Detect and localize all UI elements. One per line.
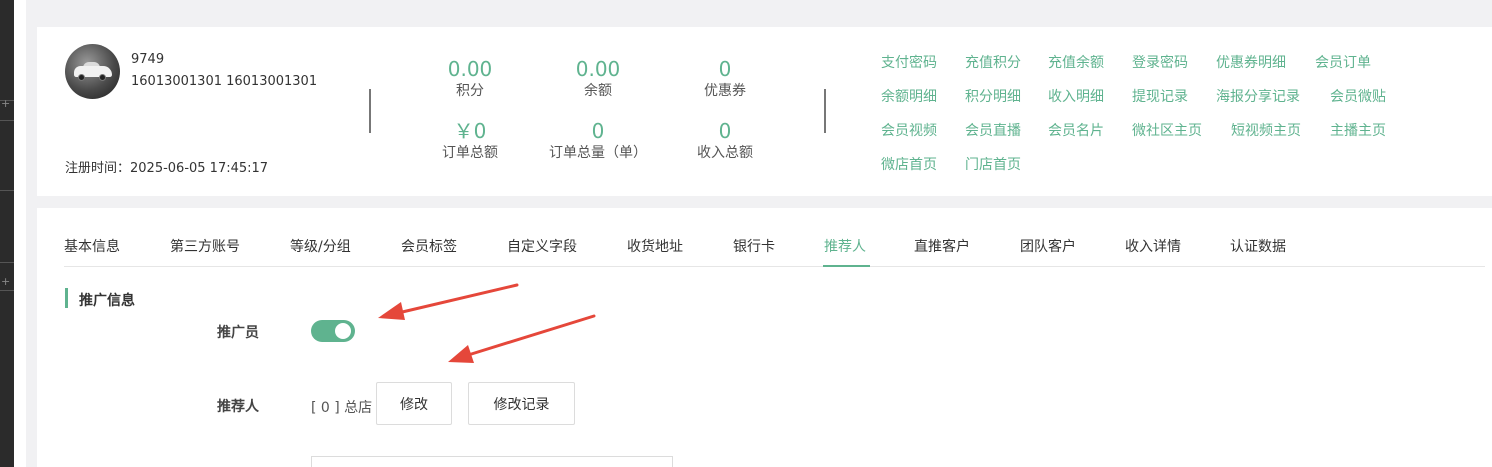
- stat-order-count: 0 订单总量（单）: [533, 119, 663, 163]
- link-member-card[interactable]: 会员名片: [1048, 120, 1104, 140]
- tab-income-detail[interactable]: 收入详情: [1125, 236, 1181, 256]
- tab-third-party[interactable]: 第三方账号: [170, 236, 240, 256]
- promoter-toggle[interactable]: [311, 320, 355, 342]
- stat-label: 余额: [584, 83, 612, 99]
- stat-balance: 0.00 余额: [533, 57, 663, 101]
- stat-value: 0.00: [575, 57, 621, 81]
- user-phone: 16013001301 16013001301: [131, 74, 318, 89]
- stat-label: 积分: [456, 83, 484, 99]
- link-store-home[interactable]: 门店首页: [965, 154, 1021, 174]
- tab-direct-customers[interactable]: 直推客户: [914, 236, 970, 256]
- member-summary-card: 9749 16013001301 16013001301 注册时间：2025-0…: [37, 27, 1492, 196]
- link-recharge-points[interactable]: 充值积分: [965, 52, 1021, 72]
- stat-points: 0.00 积分: [405, 57, 535, 101]
- avatar[interactable]: [65, 44, 120, 99]
- link-income-detail[interactable]: 收入明细: [1048, 86, 1104, 106]
- register-time: 注册时间：2025-06-05 17:45:17: [65, 161, 269, 176]
- link-recharge-balance[interactable]: 充值余额: [1048, 52, 1104, 72]
- user-id: 9749: [131, 52, 165, 67]
- link-login-password[interactable]: 登录密码: [1132, 52, 1188, 72]
- tab-address[interactable]: 收货地址: [627, 236, 683, 256]
- link-member-live[interactable]: 会员直播: [965, 120, 1021, 140]
- promoter-label: 推广员: [217, 325, 259, 341]
- link-anchor-home[interactable]: 主播主页: [1330, 120, 1386, 140]
- tab-team-customers[interactable]: 团队客户: [1020, 236, 1076, 256]
- link-community-home[interactable]: 微社区主页: [1132, 120, 1202, 140]
- section-marker: [65, 288, 68, 308]
- stat-value: 0.00: [447, 57, 493, 81]
- stat-value: 0: [718, 119, 732, 143]
- tab-bank-card[interactable]: 银行卡: [733, 236, 775, 256]
- stat-income-total: 0 收入总额: [660, 119, 790, 163]
- link-balance-detail[interactable]: 余额明细: [881, 86, 937, 106]
- tab-member-tags[interactable]: 会员标签: [401, 236, 457, 256]
- modify-button[interactable]: 修改: [376, 382, 452, 425]
- tab-basic-info[interactable]: 基本信息: [64, 236, 120, 256]
- link-short-video-home[interactable]: 短视频主页: [1231, 120, 1301, 140]
- text-input[interactable]: [311, 456, 673, 467]
- divider: [369, 89, 371, 133]
- toggle-knob: [335, 323, 351, 339]
- tab-verification[interactable]: 认证数据: [1230, 236, 1286, 256]
- modify-history-button[interactable]: 修改记录: [468, 382, 575, 425]
- member-detail-card: 基本信息 第三方账号 等级/分组 会员标签 自定义字段 收货地址 银行卡 推荐人…: [37, 208, 1492, 467]
- divider: [824, 89, 826, 133]
- link-member-orders[interactable]: 会员订单: [1315, 52, 1371, 72]
- stat-order-total: ￥0 订单总额: [405, 119, 535, 163]
- link-poster-share[interactable]: 海报分享记录: [1216, 86, 1300, 106]
- referrer-label: 推荐人: [217, 399, 259, 415]
- active-tab-indicator: [823, 265, 870, 267]
- stat-label: 收入总额: [697, 145, 753, 161]
- link-coupon-detail[interactable]: 优惠券明细: [1216, 52, 1286, 72]
- stat-label: 订单总额: [442, 145, 498, 161]
- link-withdraw-records[interactable]: 提现记录: [1132, 86, 1188, 106]
- stat-label: 订单总量（单）: [549, 145, 647, 161]
- stat-value: ￥0: [453, 119, 487, 143]
- frame-gutter: [14, 0, 26, 467]
- referrer-value: [ 0 ] 总店: [311, 400, 373, 416]
- link-pay-password[interactable]: 支付密码: [881, 52, 937, 72]
- link-member-posts[interactable]: 会员微贴: [1330, 86, 1386, 106]
- stat-value: 0: [591, 119, 605, 143]
- tabs-divider: [64, 266, 1485, 267]
- tab-custom-fields[interactable]: 自定义字段: [507, 236, 577, 256]
- link-member-videos[interactable]: 会员视频: [881, 120, 937, 140]
- section-title: 推广信息: [79, 293, 135, 309]
- tab-referrer[interactable]: 推荐人: [824, 236, 866, 256]
- stat-coupons: 0 优惠券: [660, 57, 790, 101]
- left-window-edge: + +: [0, 0, 14, 467]
- link-micro-shop[interactable]: 微店首页: [881, 154, 937, 174]
- link-points-detail[interactable]: 积分明细: [965, 86, 1021, 106]
- stat-label: 优惠券: [704, 83, 746, 99]
- tab-level-group[interactable]: 等级/分组: [290, 236, 351, 256]
- stat-value: 0: [718, 57, 732, 81]
